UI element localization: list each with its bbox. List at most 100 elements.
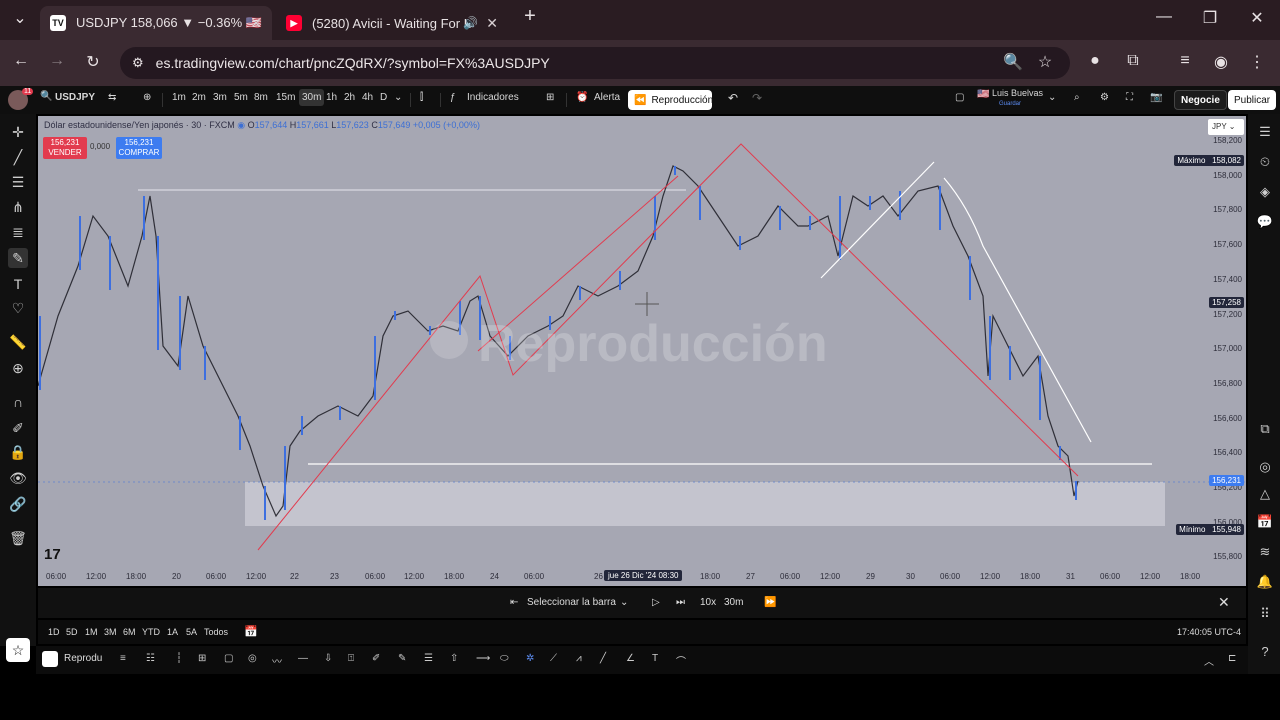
tab-youtube[interactable]: ▶ (5280) Avicii - Waiting For L 🔊 ✕ — [276, 6, 508, 40]
jump-to-realtime-icon[interactable]: ⏩ — [764, 597, 776, 608]
chevron-down-icon[interactable]: ⌄ — [620, 597, 628, 608]
goto-date-icon[interactable]: 📅 — [244, 625, 258, 638]
pattern-tool-icon[interactable]: ✲ — [526, 653, 534, 664]
brush-icon[interactable]: ✐ — [372, 653, 380, 664]
extensions-puzzle-icon[interactable]: ⧉ — [1122, 52, 1144, 70]
candle-type-icon[interactable]: ⫿ — [420, 92, 423, 103]
text-icon[interactable]: T — [8, 274, 28, 294]
range-1m[interactable]: 1M — [85, 627, 98, 637]
help-icon[interactable]: ? — [1255, 642, 1275, 662]
interval-1m[interactable]: 1m — [172, 92, 186, 103]
range-1a[interactable]: 1A — [167, 627, 178, 637]
compare-icon[interactable]: ⇆ — [108, 92, 116, 103]
pencil-lock-icon[interactable]: ✐ — [8, 418, 28, 438]
audio-icon[interactable]: 🔊 — [463, 16, 478, 30]
trendline-icon[interactable]: ╱ — [8, 147, 28, 167]
range-ytd[interactable]: YTD — [142, 627, 160, 637]
layout-owner[interactable]: Luis Buelvas — [992, 88, 1043, 98]
alert-button[interactable]: Alerta — [594, 92, 620, 103]
calendar-icon[interactable]: 📅 — [1255, 512, 1275, 532]
data-window-icon[interactable]: ◈ — [1255, 182, 1275, 202]
menu-icon[interactable]: ⋮ — [1246, 52, 1268, 72]
bell-icon[interactable]: 🔔 — [1255, 572, 1275, 592]
trade-button[interactable]: Negocie — [1174, 90, 1227, 110]
quick-search-icon[interactable]: ⌕ — [1074, 92, 1080, 103]
buy-button[interactable]: 156,231 COMPRAR — [116, 137, 162, 159]
text-tool-icon[interactable]: T — [652, 653, 658, 664]
profile-avatar[interactable]: ◉ — [1210, 52, 1232, 72]
path-icon[interactable]: 〰 — [272, 653, 282, 668]
lines-icon[interactable]: ≡ — [120, 653, 126, 664]
snapshot-icon[interactable]: 📷 — [1150, 92, 1162, 103]
range-1d[interactable]: 1D — [48, 627, 60, 637]
add-symbol-icon[interactable]: ⊕ — [143, 92, 151, 103]
minimize-icon[interactable]: — — [1152, 8, 1176, 26]
maximize-icon[interactable]: ❐ — [1198, 8, 1222, 28]
eye-icon[interactable]: 👁 — [8, 468, 28, 488]
grid-tool-icon[interactable]: ⊞ — [198, 653, 206, 664]
circle-icon[interactable]: ◎ — [248, 653, 257, 664]
select-bar-icon[interactable]: ⇤ — [510, 597, 518, 608]
sell-button[interactable]: 156,231 VENDER — [43, 137, 87, 159]
settings-icon[interactable]: ⚙ — [1100, 92, 1109, 103]
minimize-panel-icon[interactable]: ⊏ — [1228, 653, 1236, 664]
close-replay-icon[interactable]: ✕ — [1218, 594, 1230, 611]
chat-icon[interactable]: 💬 — [1255, 212, 1275, 232]
interval-2h[interactable]: 2h — [344, 92, 355, 103]
range-5d[interactable]: 5D — [66, 627, 78, 637]
zoom-icon[interactable]: 🔍 — [1002, 52, 1024, 72]
layers-icon[interactable]: ⧉ — [1255, 419, 1275, 439]
indicators-icon[interactable]: ƒ — [450, 92, 456, 103]
indicators-button[interactable]: Indicadores — [467, 92, 519, 103]
layout-icon[interactable]: ▢ — [955, 92, 964, 103]
undo-icon[interactable]: ↶ — [728, 91, 738, 105]
ellipse-icon[interactable]: ⬭ — [500, 653, 509, 664]
line-tool-icon[interactable]: ╱ — [600, 653, 606, 664]
templates-icon[interactable]: ⊞ — [546, 92, 554, 103]
extension-icon[interactable]: ● — [1084, 52, 1106, 70]
link-icon[interactable]: 🔗 — [8, 494, 28, 514]
hline-icon[interactable]: — — [298, 653, 308, 664]
ruler-icon[interactable]: 📏 — [8, 332, 28, 352]
highlighter-icon[interactable]: ✎ — [398, 653, 406, 664]
currency-select[interactable]: JPY ⌄ — [1208, 119, 1244, 135]
interval-1h[interactable]: 1h — [326, 92, 337, 103]
step-forward-icon[interactable]: ⏭ — [676, 597, 685, 608]
save-button[interactable]: Guardar — [999, 101, 1021, 107]
collapse-up-icon[interactable]: ︿ — [1204, 653, 1214, 668]
chevron-down-icon[interactable]: ⌄ — [1048, 92, 1056, 103]
trash-icon[interactable]: 🗑 — [8, 528, 28, 548]
publish-button[interactable]: Publicar — [1228, 90, 1277, 110]
fib-tool-icon[interactable]: ☰ — [424, 653, 433, 664]
site-info-icon[interactable]: ⚙ — [132, 55, 144, 71]
chevron-down-icon[interactable]: ⌄ — [394, 92, 402, 103]
replay-speed[interactable]: 10x — [700, 597, 716, 608]
new-tab-icon[interactable]: + — [518, 5, 542, 28]
arrow-down-icon[interactable]: ⇩ — [324, 653, 332, 664]
magnet-icon[interactable]: ∩ — [8, 392, 28, 412]
rectangle-icon[interactable]: ▢ — [224, 653, 233, 664]
triangle-icon[interactable]: △ — [1255, 484, 1275, 504]
channel-icon[interactable]: ☷ — [146, 653, 155, 664]
interval-30m[interactable]: 30m — [299, 89, 325, 106]
fib-icon[interactable]: ≣ — [8, 222, 28, 242]
ray-icon[interactable]: ⟶ — [476, 653, 490, 664]
favorites-star-icon[interactable]: ☆ — [6, 638, 30, 662]
range-all[interactable]: Todos — [204, 627, 228, 637]
close-tab-icon[interactable]: ✕ — [486, 15, 498, 32]
grid-icon[interactable]: ⠿ — [1255, 604, 1275, 624]
crosshair-icon[interactable]: ✛ — [8, 122, 28, 142]
tab-usdjpy[interactable]: TV USDJPY 158,066 ▼ −0.36% 🇺🇸 ✕ — [40, 6, 272, 40]
tab-search-icon[interactable]: ⌄ — [8, 8, 32, 28]
stream-icon[interactable]: ≋ — [1255, 542, 1275, 562]
interval-3m[interactable]: 3m — [213, 92, 227, 103]
lock-icon[interactable]: 🔒 — [8, 442, 28, 462]
select-bar-button[interactable]: Seleccionar la barra — [527, 597, 616, 608]
interval-5m[interactable]: 5m — [234, 92, 248, 103]
arrow-up-icon[interactable]: ⇧ — [450, 653, 458, 664]
close-tab-icon[interactable]: ✕ — [250, 15, 262, 32]
trend-angle-icon[interactable]: ⟋ — [550, 653, 557, 664]
target-icon[interactable]: ◎ — [1255, 457, 1275, 477]
interval-d[interactable]: D — [380, 92, 387, 103]
alert-icon[interactable]: ⏰ — [576, 92, 588, 103]
